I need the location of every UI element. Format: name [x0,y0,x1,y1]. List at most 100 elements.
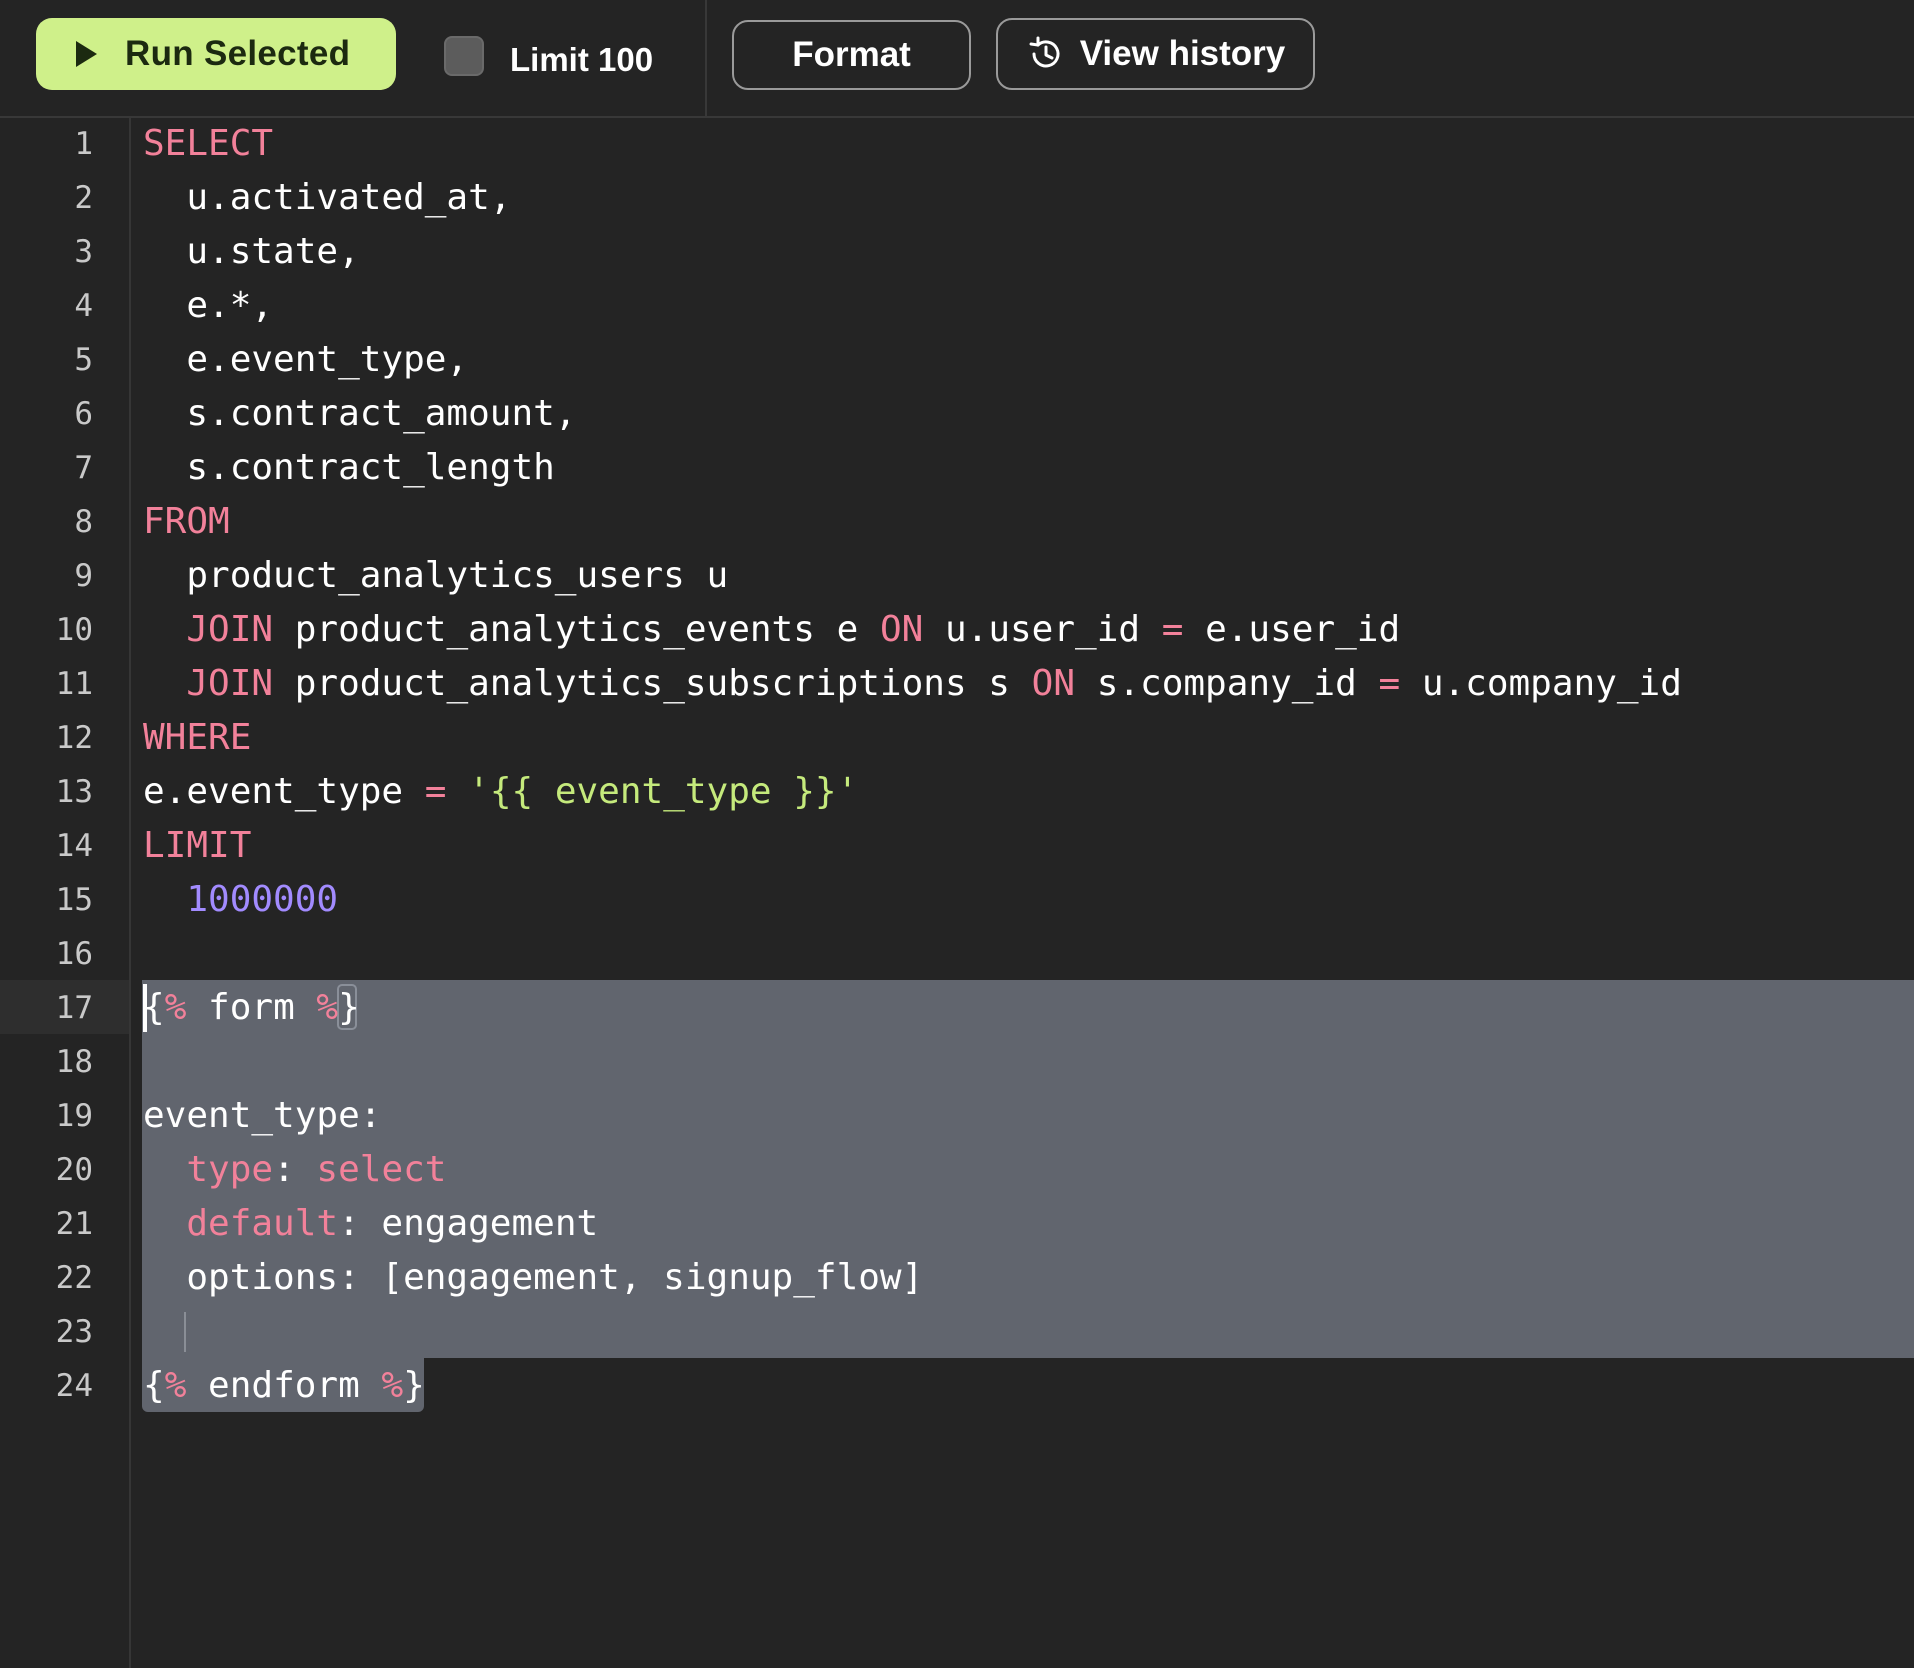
code-token: : [273,1149,317,1190]
code-token: = [1378,663,1401,704]
code-text[interactable]: LIMIT [143,819,251,873]
code-text[interactable]: e.event_type = '{{ event_type }}' [143,765,858,819]
line-number: 11 [55,666,93,702]
format-label: Format [792,35,911,74]
code-line[interactable]: 13 e.event_type = '{{ event_type }}' [0,765,1914,819]
line-number: 1 [74,126,93,162]
code-text[interactable]: s.contract_length [143,441,555,495]
sql-editor-app: Run Selected Limit 100 Format View histo… [0,0,1914,1668]
code-line[interactable]: 12 WHERE [0,711,1914,765]
code-line[interactable]: 7 s.contract_length [0,441,1914,495]
code-editor[interactable]: 1 SELECT 2 u.activated_at, 3 u.state, 4 e.*,… [0,118,1914,1668]
code-line[interactable]: 4 e.*, [0,279,1914,333]
code-token: product_analytics_subscriptions s [273,663,1032,704]
code-text[interactable]: options: [engagement, signup_flow] [143,1251,923,1305]
code-line[interactable]: 6 s.contract_amount, [0,387,1914,441]
code-text[interactable]: FROM [143,495,230,549]
code-line[interactable]: 10 JOIN product_analytics_events e ON u.… [0,603,1914,657]
code-line[interactable]: 22 options: [engagement, signup_flow] [0,1251,1914,1305]
code-line[interactable]: 5 e.event_type, [0,333,1914,387]
line-number: 15 [55,882,93,918]
limit-100-checkbox[interactable] [444,36,484,76]
code-token: } [403,1365,425,1406]
code-text[interactable]: product_analytics_users u [143,549,728,603]
code-token: WHERE [143,717,252,758]
line-number: 3 [74,234,93,270]
code-line[interactable]: 11 JOIN product_analytics_subscriptions … [0,657,1914,711]
line-number: 14 [55,828,93,864]
run-selected-label: Run Selected [125,34,351,73]
line-number: 16 [55,936,93,972]
code-text[interactable]: 1000000 [143,873,338,927]
code-line[interactable]: 2 u.activated_at, [0,171,1914,225]
line-number: 24 [55,1368,93,1404]
code-line[interactable]: 18 [0,1035,1914,1089]
code-token: FROM [143,501,230,542]
format-button[interactable]: Format [732,20,971,90]
code-token: s.contract_length [143,447,555,488]
code-line[interactable]: 23 [0,1305,1914,1359]
code-line[interactable]: 20 type: select [0,1143,1914,1197]
code-text[interactable]: WHERE [143,711,251,765]
code-token: e.event_type, [143,339,469,380]
text-cursor [143,984,147,1032]
line-number: 22 [55,1260,93,1296]
code-line[interactable]: 9 product_analytics_users u [0,549,1914,603]
code-token: product_analytics_events e [273,609,880,650]
code-token: default [186,1203,339,1244]
code-line[interactable]: 14 LIMIT [0,819,1914,873]
line-number: 7 [74,450,93,486]
code-text[interactable]: {% endform %} [143,1359,425,1413]
code-text[interactable]: event_type: [143,1089,381,1143]
code-token: : engagement [338,1203,599,1244]
code-token: % [164,987,187,1028]
code-token: product_analytics_users u [143,555,729,596]
code-text[interactable]: JOIN product_analytics_subscriptions s O… [143,657,1682,711]
code-token: { [143,1365,165,1406]
code-line[interactable]: 3 u.state, [0,225,1914,279]
code-text[interactable]: type: select [143,1143,446,1197]
code-token: ON [879,609,924,650]
view-history-button[interactable]: View history [996,18,1315,90]
code-text[interactable]: u.state, [143,225,359,279]
code-text[interactable]: SELECT [143,117,273,171]
run-selected-button[interactable]: Run Selected [36,18,396,90]
limit-100-label[interactable]: Limit 100 [510,40,653,80]
line-number: 13 [55,774,93,810]
line-number: 18 [55,1044,93,1080]
code-text[interactable]: JOIN product_analytics_events e ON u.use… [143,603,1400,657]
code-line[interactable]: 1 SELECT [0,117,1914,171]
line-number: 20 [55,1152,93,1188]
history-clock-icon [1029,36,1060,68]
code-token: e.*, [143,285,274,326]
code-line[interactable]: 15 1000000 [0,873,1914,927]
code-token: e.user_id [1183,609,1401,650]
editor-toolbar: Run Selected Limit 100 Format View histo… [0,0,1914,118]
code-token: u.user_id [923,609,1162,650]
line-number: 8 [74,504,93,540]
code-line[interactable]: 8 FROM [0,495,1914,549]
line-number: 12 [55,720,93,756]
code-token: event_type: [143,1095,382,1136]
code-line[interactable]: 16 [0,927,1914,981]
code-token: type [186,1149,274,1190]
code-token: s.company_id [1075,663,1379,704]
code-text[interactable]: default: engagement [143,1197,598,1251]
code-text[interactable]: u.activated_at, [143,171,511,225]
code-token: LIMIT [143,825,252,866]
code-token: 1000000 [186,879,339,920]
code-text[interactable]: {% form %} [143,981,360,1035]
code-token: JOIN [186,663,274,704]
code-text[interactable]: e.event_type, [143,333,468,387]
code-line[interactable]: 24 {% endform %} [0,1359,1914,1413]
code-token: u.activated_at, [143,177,512,218]
code-line[interactable]: 19 event_type: [0,1089,1914,1143]
line-number: 21 [55,1206,93,1242]
code-line[interactable]: 17 {% form %} [0,981,1914,1035]
play-icon [76,41,97,67]
code-line[interactable]: 21 default: engagement [0,1197,1914,1251]
code-text[interactable]: e.*, [143,279,273,333]
code-text[interactable]: s.contract_amount, [143,387,576,441]
